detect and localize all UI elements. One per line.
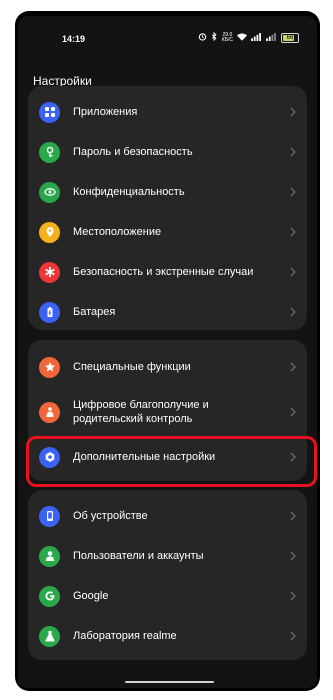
user-icon (39, 545, 60, 567)
flask-icon (39, 625, 60, 647)
location-icon (39, 221, 60, 243)
menu-item-location[interactable]: Местоположение (28, 212, 307, 252)
chevron-right-icon (290, 362, 296, 372)
status-time: 14:19 (62, 34, 86, 44)
chevron-right-icon (290, 107, 296, 117)
chevron-right-icon (290, 631, 296, 641)
chevron-right-icon (290, 147, 296, 157)
screen: 14:19 29.0 КБ/С 66 Настройки Приложения … (18, 16, 317, 688)
menu-item-password-security[interactable]: Пароль и безопасность (28, 132, 307, 172)
menu-item-google[interactable]: Google (28, 576, 307, 616)
menu-item-label: Приложения (73, 106, 138, 118)
phone-icon (39, 505, 60, 527)
chevron-right-icon (290, 591, 296, 601)
chevron-right-icon (290, 511, 296, 521)
wellbeing-icon (39, 401, 60, 423)
signal-icon (251, 32, 262, 43)
battery-indicator: 66 (281, 32, 299, 43)
home-indicator[interactable] (125, 681, 214, 683)
menu-item-label: Цифровое благополучие и родительский кон… (73, 399, 209, 425)
battery-icon (39, 301, 60, 323)
apps-icon (39, 101, 60, 123)
menu-item-label: Батарея (73, 306, 116, 318)
menu-item-label: Специальные функции (73, 361, 191, 373)
menu-item-label: Конфиденциальность (73, 186, 185, 198)
menu-item-label: Местоположение (73, 226, 162, 238)
network-speed-unit: КБ/С (221, 36, 233, 43)
menu-item-label: Пароль и безопасность (73, 146, 193, 158)
chevron-right-icon (290, 267, 296, 277)
menu-item-label: Google (73, 590, 109, 602)
menu-item-digital-wellbeing[interactable]: Цифровое благополучие и родительский кон… (28, 387, 307, 437)
highlight-outline (26, 436, 317, 487)
emergency-icon (39, 261, 60, 283)
chevron-right-icon (290, 187, 296, 197)
accessibility-icon (39, 356, 60, 378)
chevron-right-icon (290, 307, 296, 317)
menu-item-accessibility[interactable]: Специальные функции (28, 347, 307, 387)
privacy-icon (39, 181, 60, 203)
alarm-icon (198, 32, 207, 43)
menu-item-about-device[interactable]: Об устройстве (28, 496, 307, 536)
menu-item-emergency[interactable]: Безопасность и экстренные случаи (28, 252, 307, 292)
network-speed: 29.0 КБ/С (221, 32, 233, 43)
menu-item-label: Об устройстве (73, 510, 148, 522)
battery-level: 66 (286, 34, 294, 41)
menu-item-label: Лаборатория realme (73, 630, 177, 642)
chevron-right-icon (290, 227, 296, 237)
status-icons: 29.0 КБ/С 66 (198, 31, 299, 43)
chevron-right-icon (290, 407, 296, 417)
menu-item-privacy[interactable]: Конфиденциальность (28, 172, 307, 212)
menu-item-label: Безопасность и экстренные случаи (73, 266, 254, 278)
lock-icon (39, 141, 60, 163)
phone-frame: 14:19 29.0 КБ/С 66 Настройки Приложения … (15, 11, 320, 691)
chevron-right-icon (290, 551, 296, 561)
bluetooth-icon (211, 31, 218, 43)
settings-group-main: Приложения Пароль и безопасность Конфиде… (28, 86, 307, 330)
menu-item-battery[interactable]: Батарея (28, 292, 307, 332)
menu-item-users-accounts[interactable]: Пользователи и аккаунты (28, 536, 307, 576)
menu-item-realme-lab[interactable]: Лаборатория realme (28, 616, 307, 656)
settings-group-system: Об устройстве Пользователи и аккаунты Go… (28, 490, 307, 660)
status-bar: 14:19 29.0 КБ/С 66 (18, 31, 317, 48)
menu-item-apps[interactable]: Приложения (28, 92, 307, 132)
google-icon (39, 585, 60, 607)
wifi-icon (237, 32, 247, 43)
signal-icon-2 (266, 32, 277, 43)
menu-item-label: Пользователи и аккаунты (73, 550, 204, 562)
